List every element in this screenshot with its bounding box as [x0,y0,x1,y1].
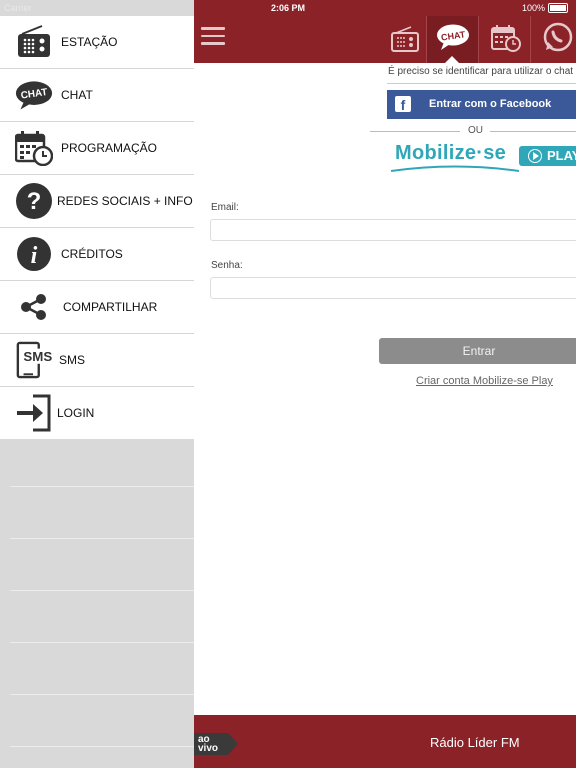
live-badge-line2: vivo [198,743,219,754]
selected-tab-pointer [444,56,460,64]
sidebar-item-estacao[interactable]: ESTAÇÃO [0,16,194,69]
sidebar-item-label: LOGIN [57,406,95,420]
svg-text:SMS: SMS [23,349,52,364]
live-badge[interactable]: ao vivo [194,733,238,755]
chat-login-panel: CHAT É preciso se identificar para utili… [194,0,576,768]
sidebar-item-sms[interactable]: SMS SMS [0,334,194,387]
facebook-icon: f [395,96,411,113]
sidebar-item-label: COMPARTILHAR [63,300,158,314]
tab-divider [478,16,479,63]
or-line-right [490,131,576,132]
sidebar-item-creditos[interactable]: i CRÉDITOS [0,228,194,281]
sms-phone-icon: SMS [15,341,53,379]
player-bar: ao vivo Rádio Líder FM [194,715,576,768]
sidebar-item-label: ESTAÇÃO [61,35,118,49]
empty-row-divider [10,590,194,591]
sidebar-item-compartilhar[interactable]: COMPARTILHAR [0,281,194,334]
radio-icon[interactable] [391,24,419,54]
status-bar: Carrier 2:06 PM 100% [0,0,576,16]
sidebar-item-chat[interactable]: CHAT CHAT [0,69,194,122]
empty-row-divider [10,538,194,539]
radio-icon [15,24,53,60]
menu-icon[interactable] [201,27,225,47]
login-submit-button[interactable]: Entrar [379,338,576,364]
side-menu: ESTAÇÃO CHAT CHAT PROGRAMAÇÃO ? REDES SO… [0,0,194,768]
sidebar-item-label: PROGRAMAÇÃO [61,141,158,155]
calendar-clock-icon [15,130,53,166]
battery-indicator: 100% [522,3,568,13]
sidebar-item-programacao[interactable]: PROGRAMAÇÃO [0,122,194,175]
tab-divider [426,16,427,63]
battery-icon [548,3,568,13]
chat-icon[interactable]: CHAT [436,22,470,52]
side-menu-list: ESTAÇÃO CHAT CHAT PROGRAMAÇÃO ? REDES SO… [0,16,194,439]
email-field[interactable] [210,219,576,241]
empty-row-divider [10,486,194,487]
sidebar-item-label: REDES SOCIAIS + INFO [57,194,193,208]
or-label: OU [468,125,483,136]
login-icon [15,394,53,432]
svg-text:?: ? [27,188,42,215]
email-label: Email: [211,202,239,213]
info-icon: i [15,236,53,272]
sidebar-item-login[interactable]: LOGIN [0,387,194,439]
calendar-icon[interactable] [491,23,521,53]
clock: 2:06 PM [270,3,305,13]
password-field[interactable] [210,277,576,299]
empty-row-divider [10,694,194,695]
mobilize-se-logo: Mobilize·se [395,142,507,164]
chat-bubble-icon: CHAT [15,77,53,113]
facebook-login-button[interactable]: f Entrar com o Facebook [387,90,576,119]
sidebar-item-label: CHAT [61,88,93,102]
play-badge: PLAY [519,146,576,166]
empty-row-divider [10,746,194,747]
whatsapp-icon[interactable] [542,22,576,52]
create-account-link[interactable]: Criar conta Mobilize-se Play [416,375,553,387]
sidebar-item-label: SMS [59,353,86,367]
battery-percent: 100% [521,3,545,13]
play-badge-label: PLAY [547,148,576,163]
password-label: Senha: [211,260,243,271]
or-line-left [370,131,460,132]
tab-divider [530,16,531,63]
or-separator: OU [370,125,576,137]
logo-swoosh-icon [391,165,519,172]
facebook-login-label: Entrar com o Facebook [429,98,552,110]
play-triangle-icon [533,152,539,160]
question-icon: ? [15,183,53,219]
login-notice: É preciso se identificar para utilizar o… [388,66,574,77]
station-name: Rádio Líder FM [430,735,520,750]
notice-divider [387,83,576,84]
share-icon [15,289,53,325]
sidebar-item-redes-sociais[interactable]: ? REDES SOCIAIS + INFO [0,175,194,228]
svg-text:i: i [31,243,38,269]
empty-row-divider [10,642,194,643]
sidebar-item-label: CRÉDITOS [61,247,123,261]
